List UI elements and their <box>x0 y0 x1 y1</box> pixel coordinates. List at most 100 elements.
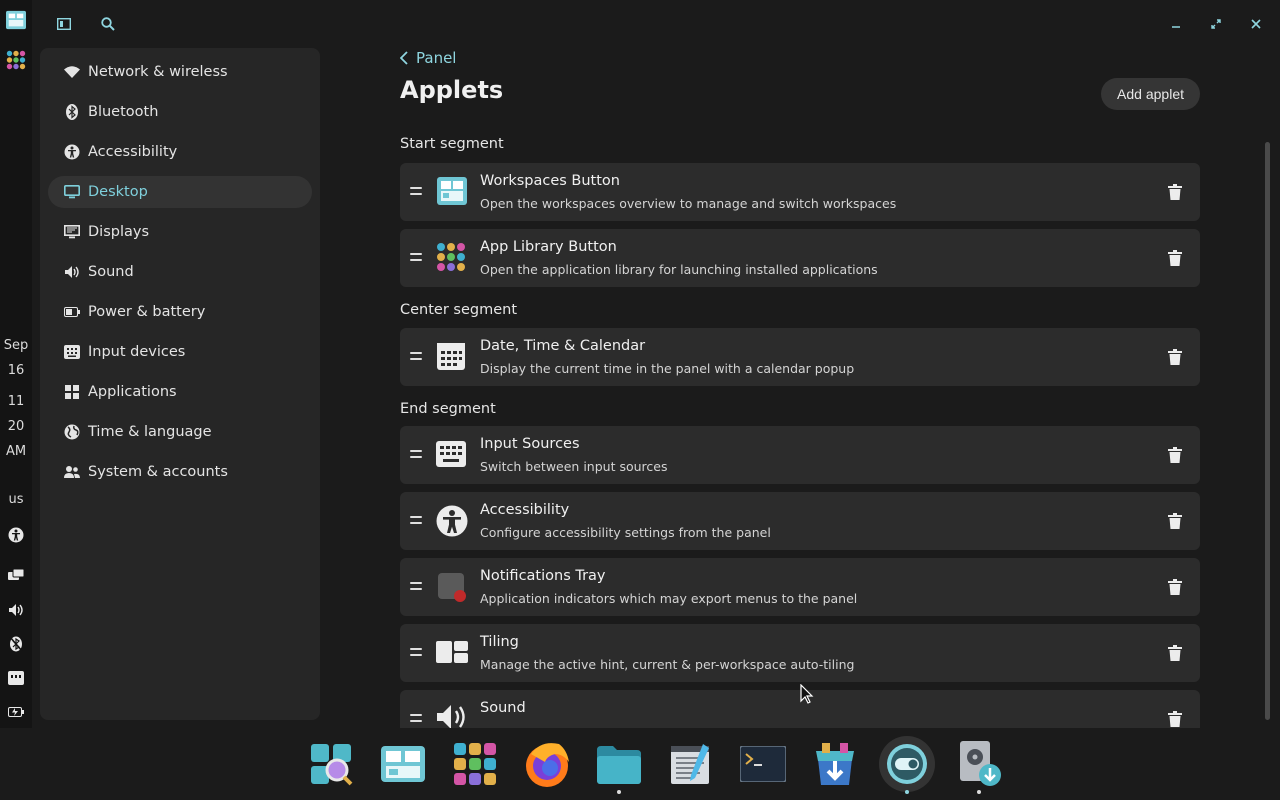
trash-icon[interactable] <box>1168 184 1182 200</box>
search-icon[interactable] <box>98 14 118 34</box>
keyboard-icon <box>64 344 80 360</box>
dock-app-library[interactable] <box>447 736 503 792</box>
applet-description: Manage the active hint, current & per-wo… <box>480 657 855 672</box>
dock-text-editor[interactable] <box>663 736 719 792</box>
trash-icon[interactable] <box>1168 711 1182 727</box>
drag-handle-icon[interactable] <box>410 648 422 658</box>
sidebar-item-input-devices[interactable]: Input devices <box>48 336 312 368</box>
sidebar-item-desktop[interactable]: Desktop <box>48 176 312 208</box>
segment-title-center: Center segment <box>400 302 518 318</box>
dock-launcher[interactable] <box>303 736 359 792</box>
firefox-icon <box>526 743 569 787</box>
bluetooth-disabled-icon[interactable] <box>6 634 26 654</box>
applet-description: Display the current time in the panel wi… <box>480 361 855 376</box>
dock-terminal[interactable] <box>735 736 791 792</box>
display-icon[interactable] <box>6 566 26 586</box>
page-title: Applets <box>400 76 504 104</box>
applet-row-date-time[interactable]: Date, Time & Calendar Display the curren… <box>400 328 1200 386</box>
sidebar-item-sound[interactable]: Sound <box>48 256 312 288</box>
wifi-icon <box>64 64 80 80</box>
close-icon[interactable] <box>1246 14 1266 34</box>
trash-icon[interactable] <box>1168 349 1182 365</box>
minimize-icon[interactable] <box>1166 14 1186 34</box>
battery-icon[interactable] <box>6 702 26 722</box>
sidebar-item-label: System & accounts <box>88 464 228 480</box>
dock-settings[interactable] <box>879 736 935 794</box>
sidebar-item-label: Bluetooth <box>88 104 159 120</box>
grid-icon <box>64 384 80 400</box>
sidebar-item-bluetooth[interactable]: Bluetooth <box>48 96 312 128</box>
title-bar[interactable] <box>32 0 1280 48</box>
drag-handle-icon[interactable] <box>410 450 422 460</box>
network-icon[interactable] <box>6 668 26 688</box>
applet-row-notifications-tray[interactable]: Notifications Tray Application indicator… <box>400 558 1200 616</box>
dock-files[interactable] <box>591 736 647 794</box>
settings-toggle-icon <box>887 744 927 784</box>
running-indicator <box>617 790 621 794</box>
globe-icon <box>64 424 80 440</box>
sidebar-item-label: Accessibility <box>88 144 178 160</box>
drag-handle-icon[interactable] <box>410 352 422 362</box>
workspaces-icon[interactable] <box>6 10 26 30</box>
trash-icon[interactable] <box>1168 645 1182 661</box>
applet-description: Configure accessibility settings from th… <box>480 525 771 540</box>
clock-day[interactable]: 16 <box>0 363 32 378</box>
clock-month[interactable]: Sep <box>0 338 32 353</box>
sidebar-item-displays[interactable]: Displays <box>48 216 312 248</box>
drag-handle-icon[interactable] <box>410 253 422 263</box>
sidebar-item-label: Network & wireless <box>88 64 228 80</box>
sidebar-item-system-accounts[interactable]: System & accounts <box>48 456 312 488</box>
dock-disk-updater[interactable] <box>951 736 1007 794</box>
applet-description: Switch between input sources <box>480 459 668 474</box>
accessibility-icon <box>64 144 80 160</box>
accessibility-icon[interactable] <box>6 525 26 545</box>
speaker-icon[interactable] <box>6 600 26 620</box>
sidebar-item-applications[interactable]: Applications <box>48 376 312 408</box>
app-store-icon <box>816 743 854 785</box>
sidebar-item-label: Displays <box>88 224 150 240</box>
scrollbar-thumb[interactable] <box>1265 142 1270 720</box>
settings-sidebar: Network & wireless Bluetooth Accessibili… <box>40 48 320 720</box>
vertical-panel: Sep 16 11 20 AM us <box>0 0 32 800</box>
drag-handle-icon[interactable] <box>410 516 422 526</box>
applet-name: Input Sources <box>480 436 580 452</box>
bluetooth-icon <box>64 104 80 120</box>
notification-tray-icon <box>436 571 468 603</box>
applet-name: Accessibility <box>480 502 570 518</box>
dock-store[interactable] <box>807 736 863 792</box>
sidebar-toggle-icon[interactable] <box>54 14 74 34</box>
trash-icon[interactable] <box>1168 250 1182 266</box>
trash-icon[interactable] <box>1168 579 1182 595</box>
app-library-icon <box>454 743 496 785</box>
add-applet-button[interactable]: Add applet <box>1101 78 1200 110</box>
clock-hour[interactable]: 11 <box>0 394 32 409</box>
applet-row-input-sources[interactable]: Input Sources Switch between input sourc… <box>400 426 1200 484</box>
applet-name: Notifications Tray <box>480 568 606 584</box>
dock-firefox[interactable] <box>519 736 575 792</box>
sidebar-item-network[interactable]: Network & wireless <box>48 56 312 88</box>
sidebar-item-power[interactable]: Power & battery <box>48 296 312 328</box>
app-library-icon[interactable] <box>6 50 26 70</box>
applet-name: App Library Button <box>480 239 617 255</box>
maximize-icon[interactable] <box>1206 14 1226 34</box>
clock-ampm[interactable]: AM <box>0 444 32 459</box>
clock-minute[interactable]: 20 <box>0 419 32 434</box>
input-source-indicator[interactable]: us <box>0 492 32 507</box>
applet-row-accessibility[interactable]: Accessibility Configure accessibility se… <box>400 492 1200 550</box>
dock-workspaces[interactable] <box>375 736 431 792</box>
drag-handle-icon[interactable] <box>410 582 422 592</box>
battery-icon <box>64 304 80 320</box>
sidebar-item-accessibility[interactable]: Accessibility <box>48 136 312 168</box>
trash-icon[interactable] <box>1168 513 1182 529</box>
applet-row-app-library[interactable]: App Library Button Open the application … <box>400 229 1200 287</box>
drag-handle-icon[interactable] <box>410 187 422 197</box>
back-button[interactable]: Panel <box>400 48 456 68</box>
app-library-icon <box>436 242 468 274</box>
drag-handle-icon[interactable] <box>410 714 422 724</box>
applet-row-workspaces[interactable]: Workspaces Button Open the workspaces ov… <box>400 163 1200 221</box>
sidebar-item-time-language[interactable]: Time & language <box>48 416 312 448</box>
trash-icon[interactable] <box>1168 447 1182 463</box>
sidebar-item-label: Time & language <box>88 424 212 440</box>
applet-row-tiling[interactable]: Tiling Manage the active hint, current &… <box>400 624 1200 682</box>
applet-list[interactable]: Workspaces Button Open the workspaces ov… <box>400 160 1200 728</box>
